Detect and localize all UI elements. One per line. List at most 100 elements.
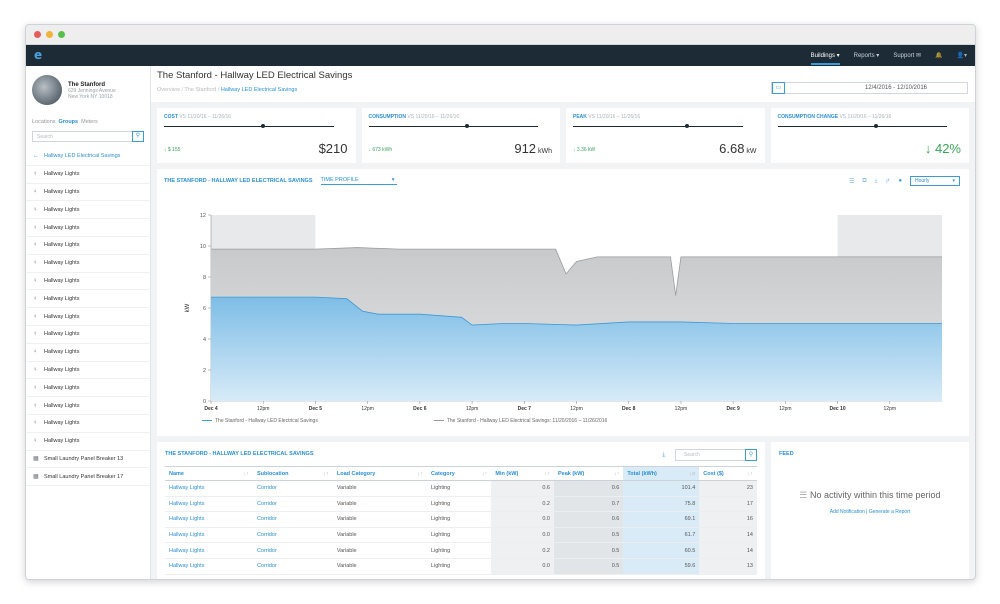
sidebar-item[interactable]: ♀ Hallway Lights	[26, 362, 150, 380]
legend-baseline[interactable]: The Stanford - Hallway LED Electrical Sa…	[433, 418, 607, 424]
sidebar-item[interactable]: ♀ Hallway Lights	[26, 308, 150, 326]
calendar-icon[interactable]: ▭	[772, 82, 785, 94]
breadcrumb-overview[interactable]: Overview	[157, 87, 180, 93]
minimize-dot[interactable]	[46, 31, 53, 38]
date-range-picker[interactable]: ▭ 12/4/2016 - 12/10/2016	[771, 82, 968, 94]
tab-locations[interactable]: Locations	[32, 119, 56, 125]
sort-icon[interactable]: ↓↑	[323, 471, 329, 477]
table-row[interactable]: Hallway Lights Corridor Variable Lighting 0.…	[165, 558, 757, 575]
column-header[interactable]: Min (kW) ↓↑	[491, 466, 554, 481]
sidebar-item[interactable]: ♀ Hallway Lights	[26, 201, 150, 220]
table-row[interactable]: Hallway Lights Corridor Variable Lighting 0.…	[165, 511, 757, 528]
x-tick-label: 12pm	[466, 406, 479, 412]
sidebar-item[interactable]: ♀ Hallway Lights	[26, 237, 150, 255]
maximize-dot[interactable]	[58, 31, 65, 38]
sidebar-item-label: Hallway Lights	[44, 366, 80, 373]
sidebar-item[interactable]: ♀ Hallway Lights	[26, 290, 150, 309]
legend-current[interactable]: The Stanford - Hallway LED Electrical Sa…	[202, 418, 318, 424]
column-header[interactable]: Load Category ↓↑	[332, 466, 427, 481]
table-cell[interactable]: Hallway Lights	[165, 496, 253, 513]
sort-icon[interactable]: ↓↑	[417, 471, 423, 477]
nav-support[interactable]: Support ✉	[893, 52, 921, 59]
table-row[interactable]: Hallway Lights Corridor Variable Lighting 0.…	[165, 480, 757, 497]
table-cell[interactable]: Corridor	[252, 496, 333, 513]
table-cell[interactable]: Hallway Lights	[165, 480, 253, 497]
sidebar-search-input[interactable]: Search ⚲	[32, 131, 144, 142]
sort-icon[interactable]: ↓↑	[544, 471, 550, 477]
chart-toggle-icon[interactable]: ●	[898, 178, 902, 184]
sidebar-item[interactable]: ♀ Hallway Lights	[26, 255, 150, 273]
column-header[interactable]: Category ↓↑	[426, 466, 492, 481]
column-header[interactable]: Peak (kW) ↓↑	[553, 466, 624, 481]
kpi-slider[interactable]	[777, 124, 948, 128]
kpi-card[interactable]: CONSUMPTION VS 11/20/16 – 11/26/16 ↓ 673 …	[361, 108, 560, 163]
table-cell[interactable]: Corridor	[252, 511, 333, 528]
app-logo[interactable]: e	[34, 49, 47, 62]
close-dot[interactable]	[34, 31, 41, 38]
table-row[interactable]: Hallway Lights Corridor Variable Lighting 0.…	[165, 496, 757, 513]
nav-buildings[interactable]: Buildings ▾	[810, 52, 840, 65]
feed-actions[interactable]: Add Notification | Generate a Report	[771, 509, 969, 515]
sidebar-item[interactable]: ♀ Hallway Lights	[26, 344, 150, 362]
kpi-slider-handle[interactable]	[685, 124, 690, 128]
kpi-slider[interactable]	[573, 124, 743, 128]
sidebar-item[interactable]: ♀ Hallway Lights	[26, 184, 150, 202]
kw-chart[interactable]: 0 2 4 6 8 10 12 kW Dec 4 12pm Dec 5 12pm Dec 6 12pm De…	[157, 199, 970, 419]
kpi-slider-handle[interactable]	[874, 124, 879, 128]
list-icon[interactable]: ☰	[849, 178, 854, 185]
sidebar-item[interactable]: ▦ Small Laundry Panel Breaker 17	[26, 468, 150, 487]
table-cell[interactable]: Corridor	[252, 480, 333, 497]
sidebar-item[interactable]: ▦ Small Laundry Panel Breaker 13	[26, 451, 150, 469]
tab-meters[interactable]: Meters	[81, 119, 98, 125]
sort-icon[interactable]: ↓↑	[748, 471, 754, 477]
sidebar-item[interactable]: ♀ Hallway Lights	[26, 415, 150, 433]
kpi-card[interactable]: COST VS 11/20/16 – 11/26/16 ↓ $ 155 $210	[157, 108, 356, 163]
download-icon[interactable]: ⤓	[662, 452, 665, 459]
column-header[interactable]: Cost ($) ↓↑	[699, 466, 757, 481]
column-header[interactable]: Total (kWh) ↓≡	[623, 466, 700, 481]
time-profile-dropdown[interactable]: TIME PROFILE ▾	[320, 177, 397, 185]
sidebar-item[interactable]: ♀ Hallway Lights	[26, 326, 150, 344]
table-cell[interactable]: Hallway Lights	[165, 542, 253, 559]
column-header[interactable]: Sublocation ↓↑	[252, 466, 333, 481]
download-icon[interactable]: ⤓	[875, 178, 878, 185]
table-cell[interactable]: Hallway Lights	[165, 527, 253, 544]
search-icon[interactable]: ⚲	[745, 449, 757, 461]
sort-icon[interactable]: ↓≡	[689, 471, 695, 477]
interval-dropdown[interactable]: Hourly ▾	[910, 176, 960, 186]
sort-icon[interactable]: ↓↑	[243, 471, 249, 477]
sidebar-item[interactable]: ♀ Hallway Lights	[26, 273, 150, 291]
table-cell[interactable]: Corridor	[252, 542, 333, 559]
table-search-input[interactable]: Search ⚲	[675, 449, 757, 461]
sidebar-item-back[interactable]: ← Hallway LED Electrical Savings	[26, 148, 150, 166]
kpi-slider[interactable]	[164, 124, 334, 128]
sidebar-item[interactable]: ♀ Hallway Lights	[26, 219, 150, 237]
kpi-label-text: CONSUMPTION	[368, 114, 407, 120]
table-cell[interactable]: Hallway Lights	[165, 511, 253, 528]
sort-icon[interactable]: ↓↑	[614, 471, 620, 477]
breadcrumb-building[interactable]: The Stanford	[184, 87, 216, 93]
sidebar-item[interactable]: ♀ Hallway Lights	[26, 433, 150, 451]
sidebar-item[interactable]: ♀ Hallway Lights	[26, 379, 150, 398]
sidebar-item[interactable]: ♀ Hallway Lights	[26, 166, 150, 184]
nav-reports[interactable]: Reports ▾	[854, 52, 880, 59]
table-row[interactable]: Hallway Lights Corridor Variable Lighting 0.…	[165, 527, 757, 544]
tab-groups[interactable]: Groups	[59, 119, 79, 125]
kpi-slider[interactable]	[368, 124, 539, 128]
kpi-card[interactable]: CONSUMPTION CHANGE VS 11/20/16 – 11/26/1…	[770, 108, 969, 163]
bell-icon[interactable]: 🔔	[935, 52, 942, 59]
column-header[interactable]: Name ↓↑	[165, 466, 253, 481]
sidebar-item[interactable]: ♀ Hallway Lights	[26, 397, 150, 415]
table-cell[interactable]: Corridor	[252, 527, 333, 544]
table-cell[interactable]: Corridor	[252, 558, 333, 575]
kpi-slider-handle[interactable]	[260, 124, 265, 128]
table-row[interactable]: Hallway Lights Corridor Variable Lighting 0.…	[165, 542, 757, 559]
kpi-card[interactable]: PEAK VS 11/20/16 – 11/26/16 ↓ 3.36 kW 6.68…	[566, 108, 765, 163]
kpi-slider-handle[interactable]	[465, 124, 470, 128]
table-cell[interactable]: Hallway Lights	[165, 558, 253, 575]
copy-icon[interactable]: ⧉	[862, 178, 866, 185]
share-icon[interactable]: ↱	[885, 178, 890, 185]
sort-icon[interactable]: ↓↑	[482, 471, 488, 477]
user-menu-icon[interactable]: 👤▾	[957, 52, 967, 59]
search-icon[interactable]: ⚲	[132, 131, 144, 142]
